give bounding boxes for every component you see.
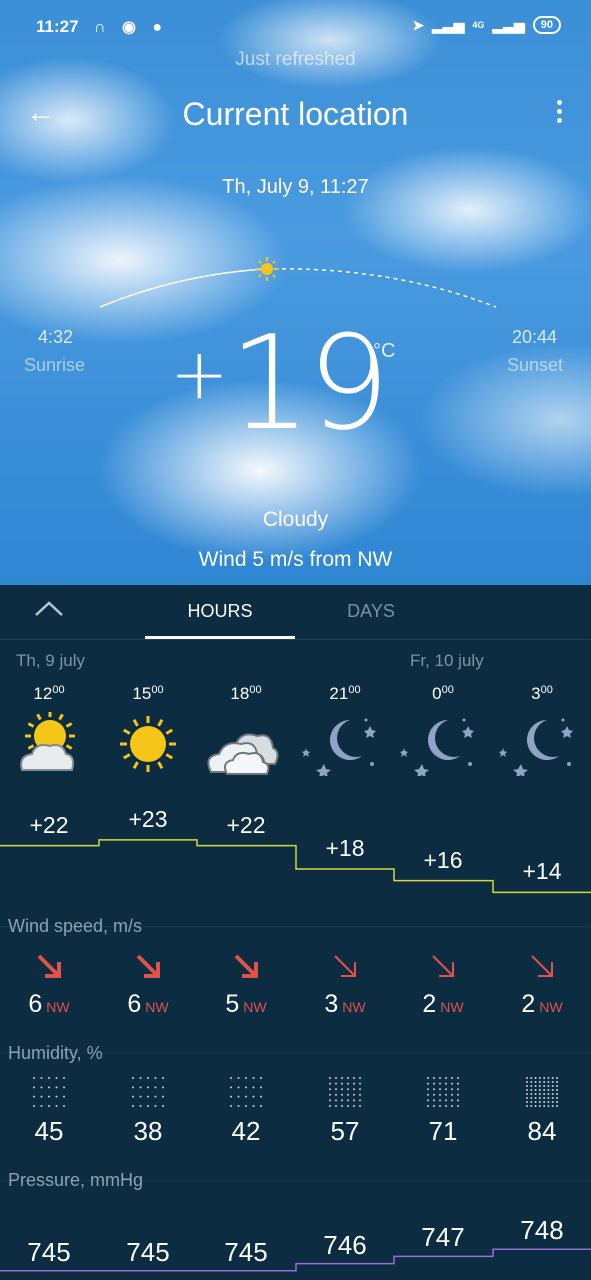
moon-stars-icon bbox=[296, 712, 394, 778]
moon-stars-icon bbox=[394, 712, 492, 778]
humidity-dots-icon bbox=[197, 1076, 295, 1108]
wind-speed-number: 6 bbox=[127, 990, 142, 1018]
wind-direction-arrow-icon bbox=[394, 952, 492, 987]
wind-section-title: Wind speed, m/s bbox=[8, 916, 143, 936]
hour-label: 1500 bbox=[132, 684, 164, 703]
wind-direction-arrow-icon bbox=[0, 952, 98, 987]
hour-label: 1800 bbox=[230, 684, 262, 703]
hour-label: 1200 bbox=[33, 684, 65, 703]
chevron-up-icon[interactable] bbox=[34, 597, 64, 621]
tab-hours[interactable]: HOURS bbox=[145, 585, 295, 639]
wind-direction-label: NW bbox=[243, 999, 267, 1015]
current-wind: Wind 5 m/s from NW bbox=[198, 548, 393, 571]
temperature-sign: + bbox=[170, 333, 229, 415]
pressure-value: 745 bbox=[27, 1236, 71, 1267]
pressure-value: 748 bbox=[520, 1215, 564, 1246]
wind-speed-value: 2 NW bbox=[493, 990, 591, 1019]
humidity-dots-icon bbox=[99, 1076, 197, 1108]
temperature-unit: °C bbox=[373, 340, 396, 362]
pressure-value: 746 bbox=[323, 1229, 367, 1260]
wind-speed-number: 5 bbox=[225, 990, 240, 1018]
hour-label: 300 bbox=[531, 684, 553, 703]
wind-speed-value: 2 NW bbox=[394, 990, 492, 1019]
humidity-value: 38 bbox=[133, 1116, 163, 1146]
sun-position-icon bbox=[255, 257, 279, 281]
humidity-value: 45 bbox=[34, 1116, 64, 1146]
sunset-time: 20:44 bbox=[512, 327, 558, 347]
wind-direction-label: NW bbox=[539, 999, 563, 1015]
hourly-temperature: +16 bbox=[423, 846, 463, 873]
pressure-value: 745 bbox=[126, 1236, 170, 1267]
moon-stars-icon bbox=[493, 712, 591, 778]
hour-label: 2100 bbox=[329, 684, 361, 703]
humidity-value: 42 bbox=[231, 1116, 261, 1146]
temperature-value: 19 bbox=[228, 307, 390, 459]
hourly-temperature: +22 bbox=[226, 811, 266, 838]
wind-speed-value: 5 NW bbox=[197, 990, 295, 1019]
wind-direction-arrow-icon bbox=[296, 952, 394, 987]
wind-direction-label: NW bbox=[440, 999, 464, 1015]
humidity-value: 57 bbox=[330, 1116, 360, 1146]
wind-direction-label: NW bbox=[145, 999, 169, 1015]
hourly-temperature: +23 bbox=[128, 805, 168, 832]
wind-direction-label: NW bbox=[342, 999, 366, 1015]
sun-icon bbox=[99, 712, 197, 776]
wind-speed-number: 3 bbox=[324, 990, 339, 1018]
humidity-value: 71 bbox=[428, 1116, 458, 1146]
pressure-section-title: Pressure, mmHg bbox=[8, 1170, 144, 1190]
wind-direction-arrow-icon bbox=[99, 952, 197, 987]
humidity-dots-icon bbox=[394, 1076, 492, 1108]
humidity-value: 84 bbox=[527, 1116, 557, 1146]
wind-speed-value: 3 NW bbox=[296, 990, 394, 1019]
pressure-value: 747 bbox=[421, 1222, 465, 1253]
sun-path-arc bbox=[99, 257, 497, 308]
sunrise-label: Sunrise bbox=[24, 355, 86, 375]
wind-direction-arrow-icon bbox=[197, 952, 295, 987]
hourly-temperature: +14 bbox=[522, 858, 562, 885]
tab-days[interactable]: DAYS bbox=[296, 585, 446, 639]
hourly-temperature: +18 bbox=[325, 835, 365, 861]
day-label-today: Th, 9 july bbox=[16, 651, 85, 670]
humidity-dots-icon bbox=[296, 1076, 394, 1108]
cloudy-icon bbox=[197, 712, 295, 776]
pressure-value: 745 bbox=[224, 1236, 268, 1267]
day-label-tomorrow: Fr, 10 july bbox=[410, 651, 484, 670]
wind-speed-value: 6 NW bbox=[99, 990, 197, 1019]
hourly-temperature: +22 bbox=[29, 811, 69, 838]
forecast-tabs: HOURS DAYS bbox=[0, 585, 591, 640]
sunset-label: Sunset bbox=[507, 355, 564, 375]
humidity-dots-icon bbox=[493, 1076, 591, 1108]
wind-speed-number: 2 bbox=[521, 990, 536, 1018]
wind-direction-label: NW bbox=[46, 999, 70, 1015]
partly-cloudy-icon bbox=[0, 711, 98, 776]
current-temperature: +19 bbox=[170, 318, 390, 448]
wind-speed-number: 2 bbox=[422, 990, 437, 1018]
wind-direction-arrow-icon bbox=[493, 952, 591, 987]
wind-speed-number: 6 bbox=[28, 990, 43, 1018]
current-condition: Cloudy bbox=[262, 508, 329, 531]
humidity-dots-icon bbox=[0, 1076, 98, 1108]
wind-speed-value: 6 NW bbox=[0, 990, 98, 1019]
sunrise-time: 4:32 bbox=[38, 327, 74, 347]
hour-label: 000 bbox=[432, 684, 454, 703]
weather-hero: 11:27 ∩ ◉ ● ➤ ▂▃▅ 4G ▂▃▅ 90 Just refresh… bbox=[0, 0, 591, 585]
humidity-section-title: Humidity, % bbox=[8, 1043, 103, 1063]
